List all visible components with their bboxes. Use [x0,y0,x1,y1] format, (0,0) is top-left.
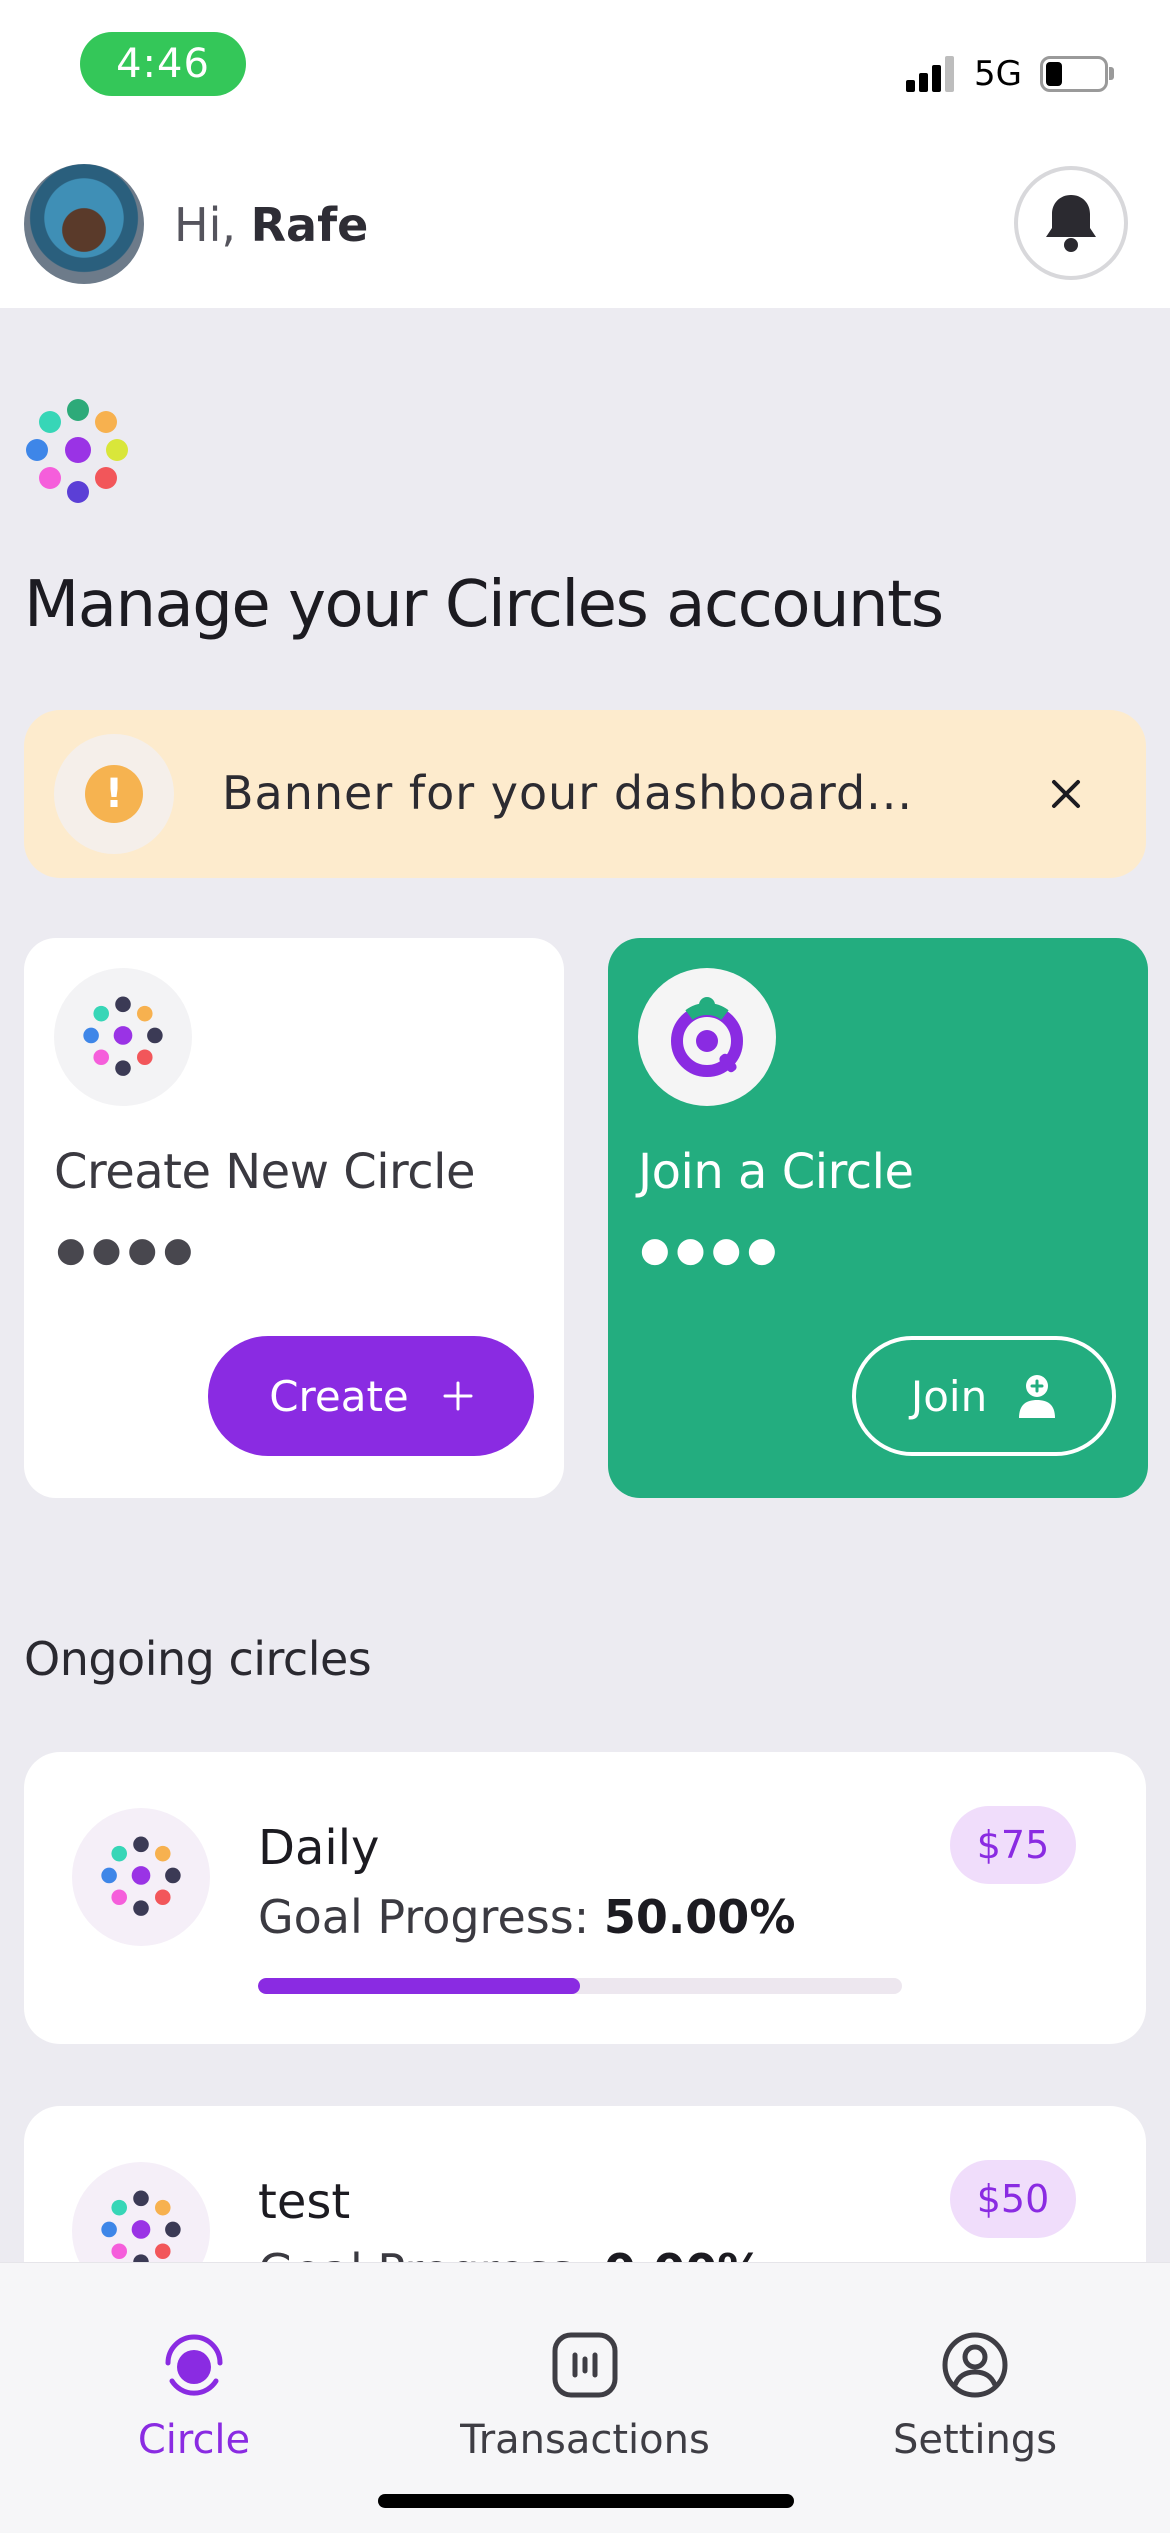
goal-progress: Goal Progress: 50.00% [258,1890,795,1944]
nav-item-settings[interactable]: Settings [815,2327,1135,2463]
nav-label-transactions: Transactions [460,2417,710,2463]
goal-progress-label: Goal Progress: [258,1890,590,1944]
create-button-label: Create [269,1371,409,1421]
nav-item-circle[interactable]: Circle [34,2327,354,2463]
banner-icon-container: ! [54,734,174,854]
network-type: 5G [974,54,1022,94]
banner-text: Banner for your dashboard... [222,766,914,820]
battery-icon [1040,56,1114,92]
circles-logo-icon [83,996,163,1076]
bottom-nav: Circle Transactions Settings [0,2262,1170,2533]
plus-icon [443,1381,473,1411]
page-title: Manage your Circles accounts [24,568,944,642]
warning-icon: ! [85,765,143,823]
ongoing-circles-title: Ongoing circles [24,1632,372,1686]
goal-progress-bar [258,1978,902,1994]
add-user-icon [1019,1375,1056,1418]
circle-name: test [258,2174,351,2230]
circle-nav-icon [165,2334,223,2396]
join-circle-icon [671,997,743,1077]
join-button[interactable]: Join [852,1336,1116,1456]
banner-close-button[interactable] [1036,764,1096,824]
join-circle-dots: ●●●● [640,1230,783,1270]
dashboard-banner: ! Banner for your dashboard... [24,710,1146,878]
create-circle-card: Create New Circle ●●●● Create [24,938,564,1498]
goal-progress-value: 50.00% [603,1890,796,1944]
circles-logo-icon [26,399,128,503]
circle-card-daily[interactable]: Daily Goal Progress: 50.00% $75 [24,1752,1146,2044]
join-circle-icon-container [638,968,776,1106]
join-circle-card: Join a Circle ●●●● Join [608,938,1148,1498]
create-circle-dots: ●●●● [56,1230,199,1270]
create-circle-title: Create New Circle [54,1144,476,1200]
nav-label-circle: Circle [137,2417,251,2463]
nav-label-settings: Settings [892,2417,1058,2463]
circles-logo-icon [101,2190,181,2270]
circle-name: Daily [258,1820,380,1876]
user-settings-icon [942,2332,1008,2398]
home-indicator [378,2494,794,2508]
greeting: Hi, Rafe [174,198,368,252]
cellular-signal-icon [906,56,956,92]
goal-progress-fill [258,1978,580,1994]
close-icon [1052,780,1080,808]
circle-icon-container [72,1808,210,1946]
nav-item-transactions[interactable]: Transactions [425,2327,745,2463]
create-circle-icon-container [54,968,192,1106]
app-header: Hi, Rafe [0,150,1170,308]
join-circle-title: Join a Circle [638,1144,914,1200]
notifications-button[interactable] [1014,166,1128,280]
create-button[interactable]: Create [208,1336,534,1456]
status-time: 4:46 [80,32,246,96]
amount-badge: $75 [950,1806,1076,1884]
greeting-prefix: Hi, [174,198,236,252]
bell-icon [1046,195,1096,252]
avatar[interactable] [24,164,144,284]
join-button-label: Join [910,1371,988,1421]
amount-badge: $50 [950,2160,1076,2238]
transactions-icon [552,2332,618,2398]
circles-logo-icon [101,1836,181,1916]
user-name: Rafe [250,198,369,252]
status-bar: 4:46 5G [0,0,1170,160]
